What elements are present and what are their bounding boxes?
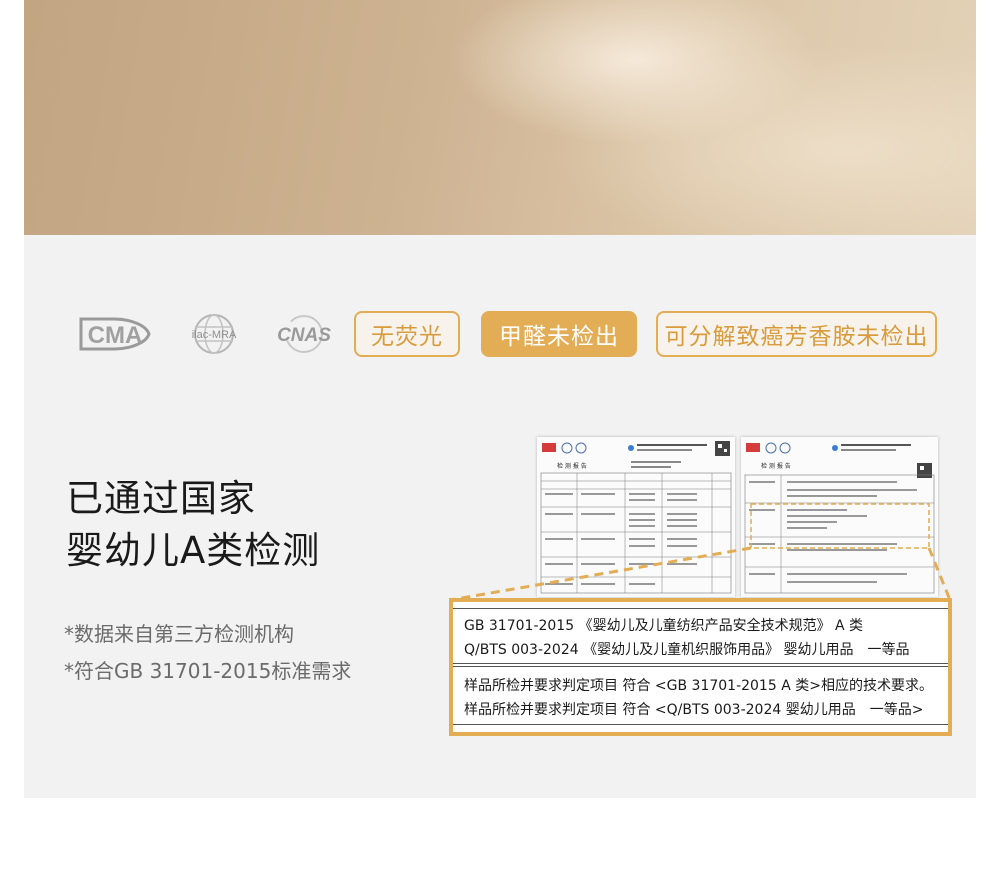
headline-line-1: 已通过国家 — [66, 477, 256, 520]
callout-rule-bottom — [453, 724, 948, 725]
test-report-page-2: 检 测 报 告 — [741, 437, 938, 597]
report-callout-box: GB 31701-2015 《婴幼儿及儿童纺织产品安全技术规范》 A 类 Q/B… — [449, 598, 952, 736]
ilac-mra-logo: ilac-MRA — [186, 313, 242, 355]
source-note: *数据来自第三方检测机构 — [64, 622, 294, 646]
callout-rule-mid-2 — [453, 666, 948, 667]
aromatic-amine-not-detected-badge: 可分解致癌芳香胺未检出 — [656, 311, 937, 357]
callout-conclusion-2: 样品所检并要求判定项目 符合 <Q/BTS 003-2024 婴幼儿用品 一等品… — [464, 702, 924, 718]
report-title-1: 检 测 报 告 — [557, 462, 587, 470]
no-fluorescence-badge: 无荧光 — [354, 311, 460, 357]
cnas-logo: CNAS — [272, 313, 336, 355]
standard-note: *符合GB 31701-2015标准需求 — [64, 659, 352, 683]
cma-logo: CMA — [75, 313, 155, 355]
cnas-logo-text: CNAS — [277, 325, 331, 346]
headline-line-2: 婴幼儿A类检测 — [66, 529, 321, 572]
callout-standard-1: GB 31701-2015 《婴幼儿及儿童纺织产品安全技术规范》 A 类 — [464, 618, 864, 634]
product-photo — [24, 0, 976, 235]
cma-logo-text: CMA — [88, 322, 143, 349]
test-report-page-1: 检 测 报 告 — [537, 437, 735, 597]
callout-rule-top — [453, 608, 948, 609]
callout-standard-2: Q/BTS 003-2024 《婴幼儿及儿童机织服饰用品》 婴幼儿用品 一等品 — [464, 642, 910, 658]
ilac-logo-text: ilac-MRA — [192, 329, 237, 341]
callout-conclusion-1: 样品所检并要求判定项目 符合 <GB 31701-2015 A 类>相应的技术要… — [464, 678, 933, 694]
report-title-2: 检 测 报 告 — [761, 462, 791, 470]
callout-rule-mid-1 — [453, 663, 948, 664]
formaldehyde-not-detected-badge: 甲醛未检出 — [481, 311, 637, 357]
